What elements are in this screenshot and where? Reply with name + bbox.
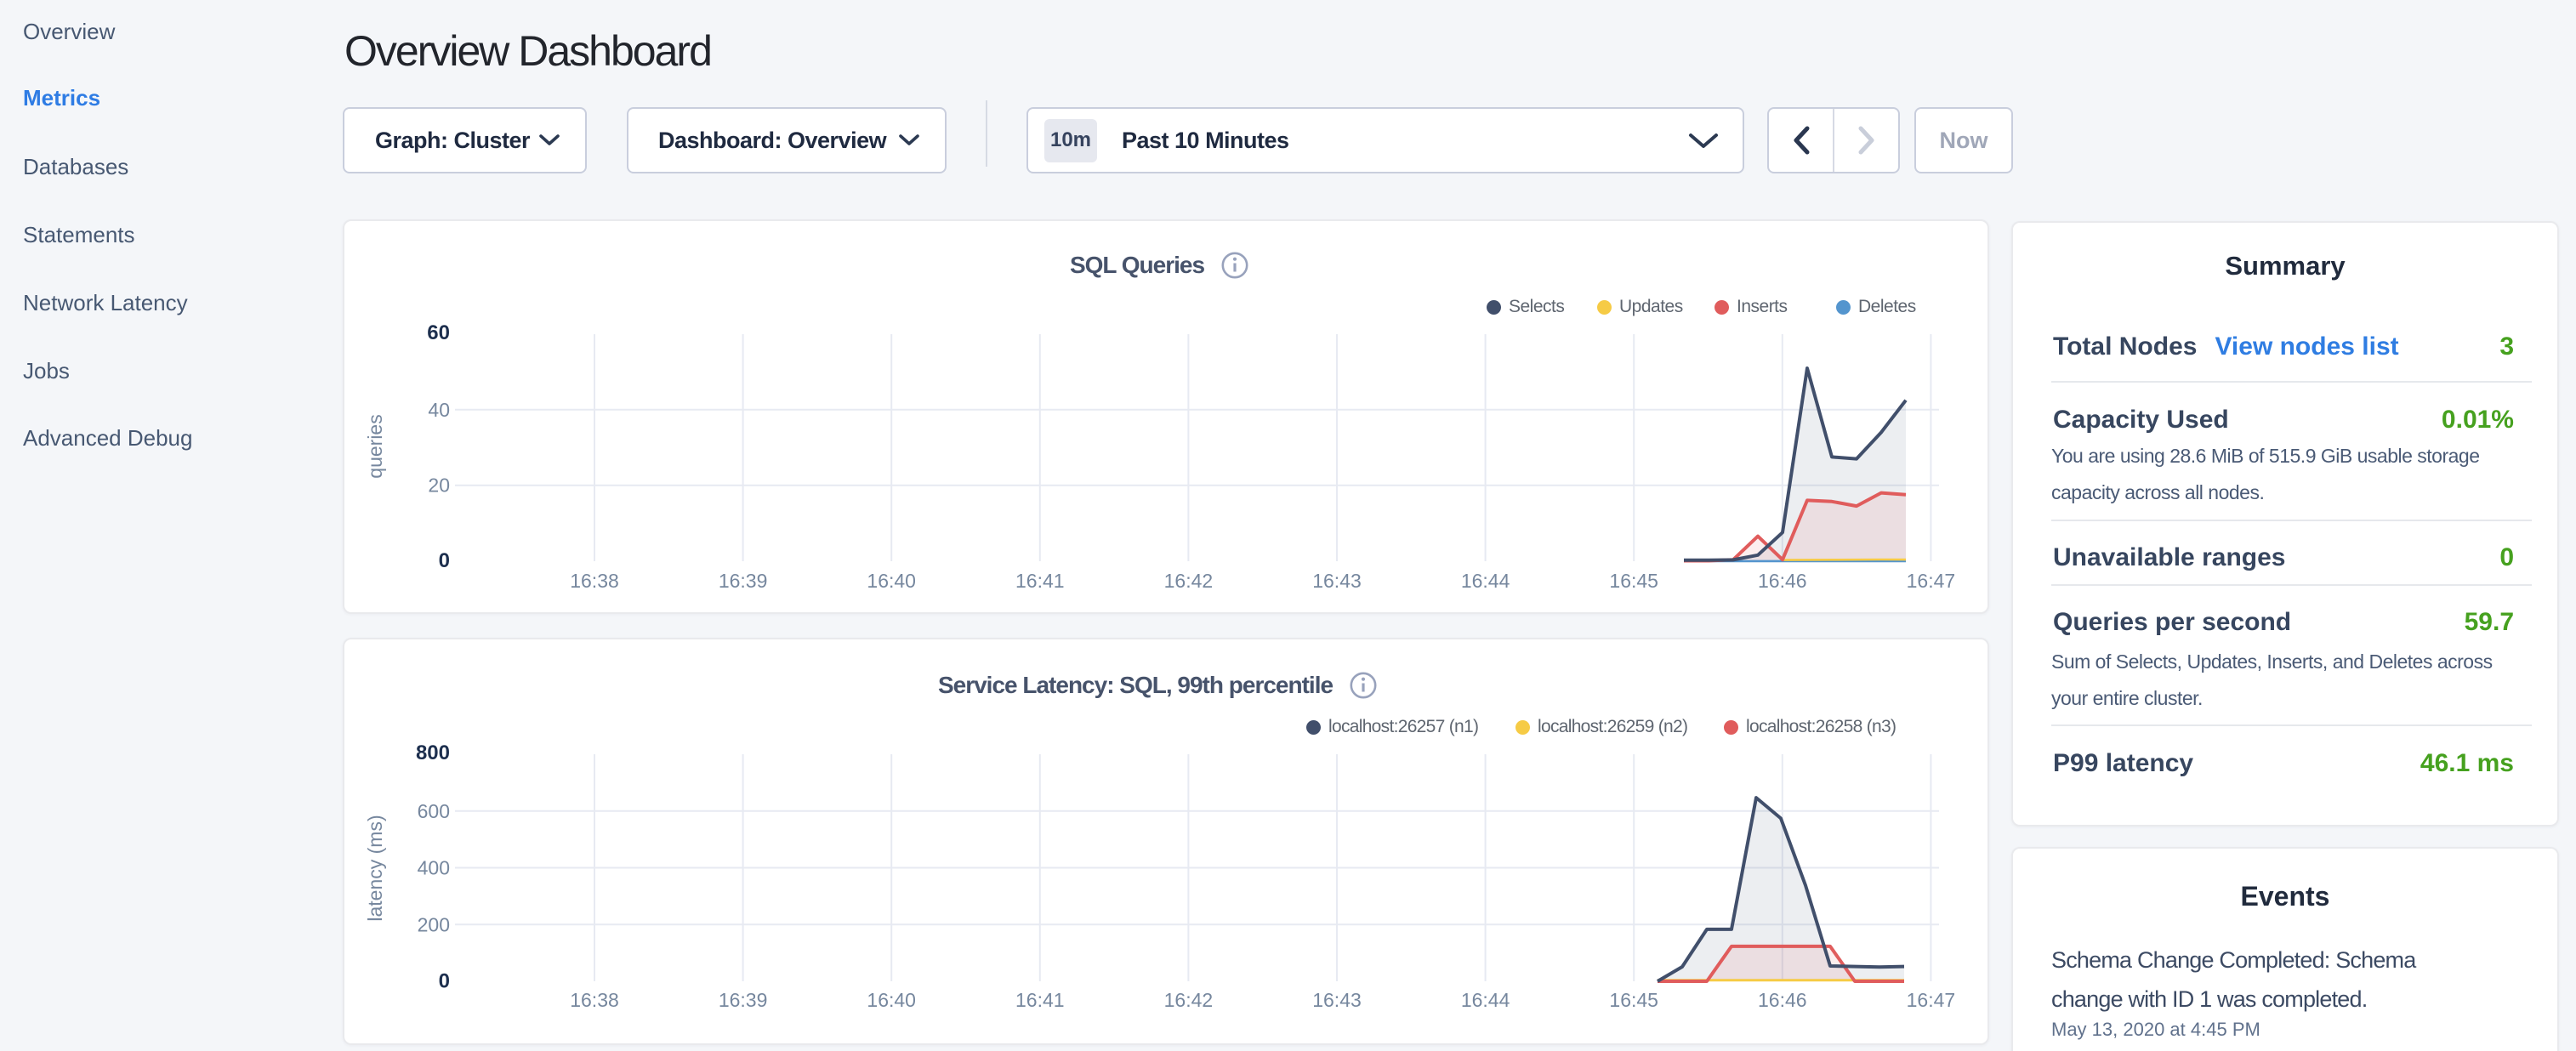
svg-text:16:39: 16:39 [719,570,768,592]
svg-text:16:42: 16:42 [1164,989,1214,1011]
svg-text:16:46: 16:46 [1758,989,1807,1011]
svg-text:16:45: 16:45 [1609,570,1658,592]
svg-text:queries: queries [364,414,386,478]
svg-text:16:41: 16:41 [1015,570,1065,592]
svg-text:16:46: 16:46 [1758,570,1807,592]
svg-text:16:43: 16:43 [1312,570,1362,592]
svg-text:16:39: 16:39 [719,989,768,1011]
svg-text:latency (ms): latency (ms) [364,815,386,921]
svg-text:800: 800 [416,741,450,764]
svg-text:40: 40 [428,399,450,421]
svg-text:16:38: 16:38 [570,570,619,592]
svg-text:16:45: 16:45 [1609,989,1658,1011]
svg-text:16:42: 16:42 [1164,570,1214,592]
svg-text:0: 0 [439,970,450,993]
svg-text:20: 20 [428,474,450,497]
svg-text:0: 0 [439,549,450,572]
svg-text:600: 600 [418,800,450,822]
svg-text:16:40: 16:40 [867,570,916,592]
svg-text:16:44: 16:44 [1461,570,1510,592]
svg-text:60: 60 [427,321,450,344]
svg-text:200: 200 [418,913,450,935]
svg-text:16:47: 16:47 [1907,570,1956,592]
svg-text:400: 400 [418,857,450,879]
svg-text:16:41: 16:41 [1015,989,1065,1011]
svg-text:16:43: 16:43 [1312,989,1362,1011]
svg-text:16:38: 16:38 [570,989,619,1011]
svg-text:16:40: 16:40 [867,989,916,1011]
svg-text:16:44: 16:44 [1461,989,1510,1011]
svg-text:16:47: 16:47 [1907,989,1956,1011]
